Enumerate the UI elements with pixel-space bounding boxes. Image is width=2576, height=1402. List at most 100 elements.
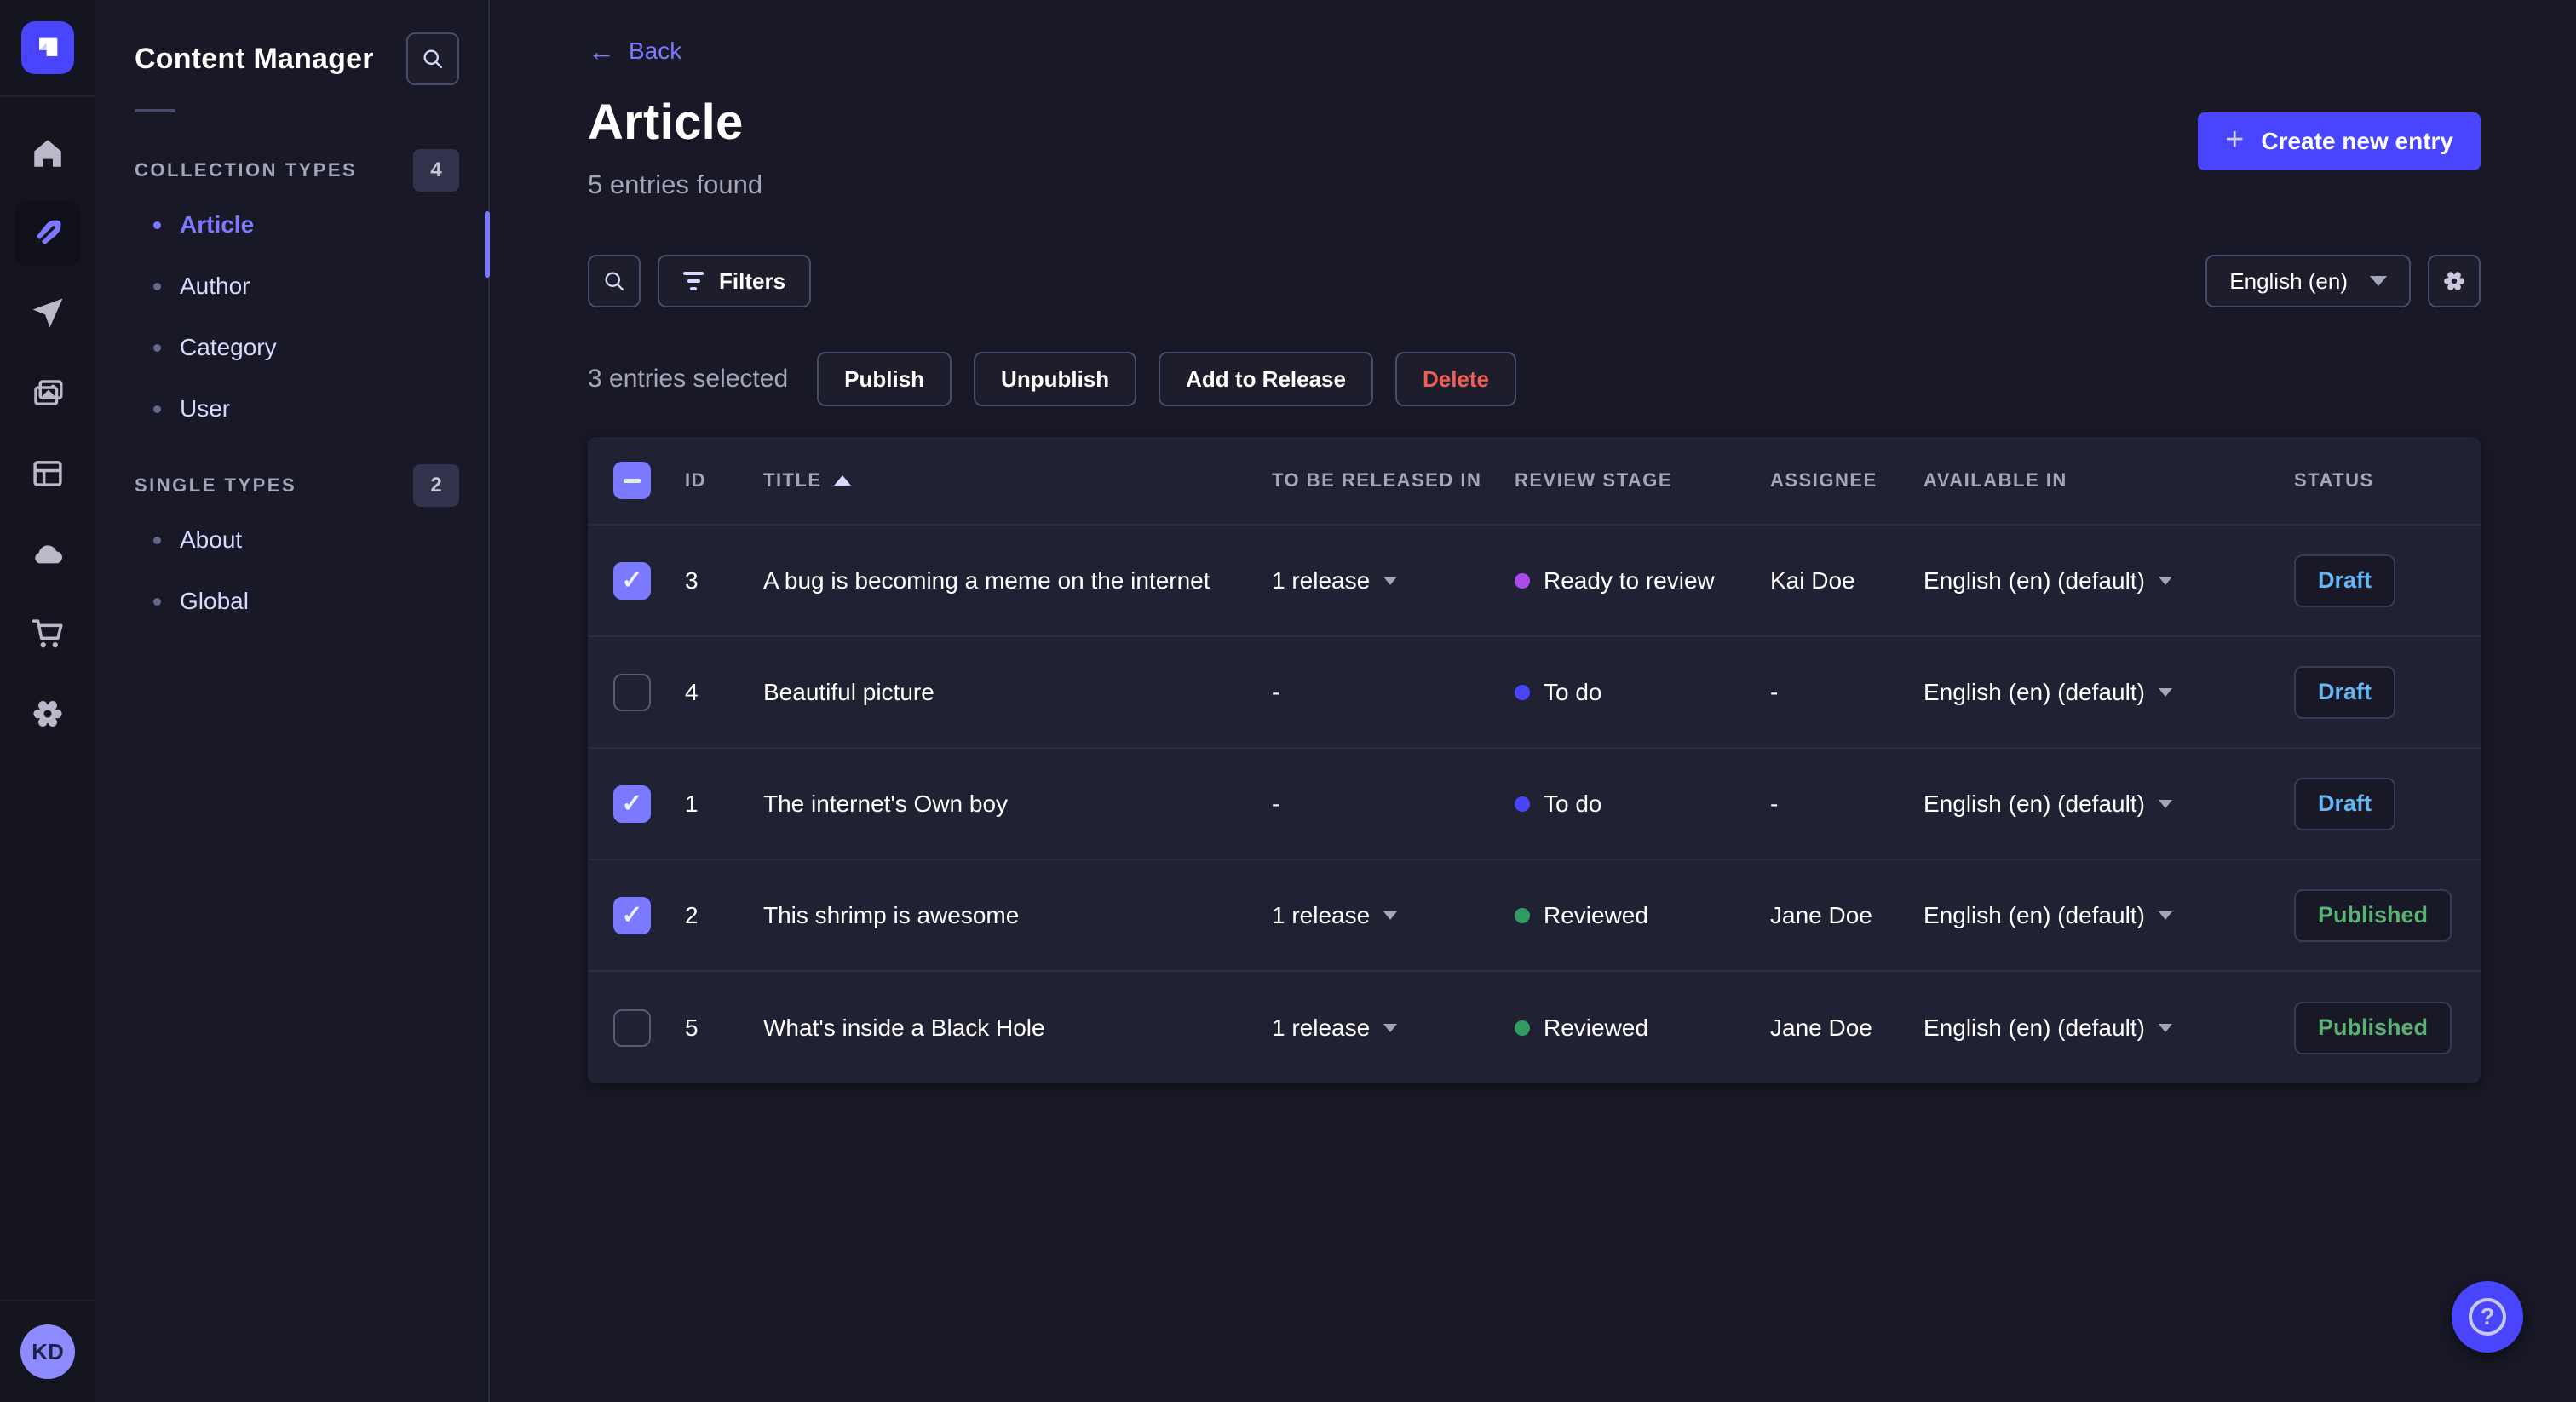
single-types-label: SINGLE TYPES (135, 474, 297, 496)
status-badge: Draft (2294, 554, 2396, 607)
sidebar-item-about[interactable]: About (135, 509, 459, 571)
column-header-assignee[interactable]: ASSIGNEE (1770, 469, 1923, 491)
column-header-title[interactable]: TITLE (763, 469, 1272, 491)
cell-available-in[interactable]: English (en) (default) (1923, 567, 2294, 595)
filters-button[interactable]: Filters (658, 255, 812, 307)
publish-button[interactable]: Publish (817, 352, 952, 406)
sidebar-item-category[interactable]: Category (135, 317, 459, 378)
back-link[interactable]: ← Back (588, 37, 681, 65)
cell-assignee: - (1770, 678, 1779, 705)
release-value: 1 release (1272, 566, 1371, 594)
available-caret-icon (2158, 911, 2172, 920)
table-row[interactable]: 1 The internet's Own boy - To do - Engli… (588, 749, 2481, 860)
sidebar-item-user[interactable]: User (135, 378, 459, 440)
sidebar-item-global[interactable]: Global (135, 571, 459, 632)
bullet-icon (153, 282, 161, 290)
cell-review-stage: To do (1515, 679, 1770, 706)
sidebar-item-label: Category (180, 334, 277, 360)
bullet-icon (153, 536, 161, 544)
column-header-id[interactable]: ID (685, 469, 763, 491)
cloud-icon[interactable] (15, 521, 80, 586)
panel-search-button[interactable] (406, 32, 459, 85)
status-badge: Draft (2294, 665, 2396, 719)
marketplace-icon[interactable] (15, 601, 80, 666)
cell-release[interactable]: 1 release (1272, 902, 1515, 929)
row-checkbox[interactable] (613, 673, 651, 711)
row-checkbox[interactable] (613, 1008, 651, 1047)
cell-title: Beautiful picture (763, 678, 934, 705)
media-library-icon[interactable] (15, 361, 80, 426)
avatar-container: KD (0, 1300, 95, 1402)
release-value: 1 release (1272, 1014, 1371, 1041)
filters-label: Filters (719, 267, 786, 294)
content-manager-icon[interactable] (15, 201, 80, 266)
avatar[interactable]: KD (20, 1324, 75, 1379)
column-header-status[interactable]: STATUS (2294, 469, 2455, 491)
review-stage-dot (1515, 1020, 1530, 1036)
table-row[interactable]: 4 Beautiful picture - To do - English (e… (588, 637, 2481, 749)
settings-icon[interactable] (15, 681, 80, 746)
cell-review-stage: Reviewed (1515, 1014, 1770, 1042)
cell-available-in[interactable]: English (en) (default) (1923, 790, 2294, 818)
cell-release[interactable]: - (1272, 679, 1515, 706)
app-root: KD Content Manager COLLECTION TYPES 4 Ar… (0, 0, 2576, 1402)
cell-release[interactable]: - (1272, 790, 1515, 818)
cell-release[interactable]: 1 release (1272, 567, 1515, 595)
select-all-checkbox[interactable] (613, 462, 651, 499)
column-header-release[interactable]: TO BE RELEASED IN (1272, 469, 1515, 491)
content-manager-panel: Content Manager COLLECTION TYPES 4 Artic… (95, 0, 490, 1402)
help-button[interactable]: ? (2452, 1281, 2523, 1353)
create-button-label: Create new entry (2261, 128, 2453, 154)
status-badge: Draft (2294, 777, 2396, 830)
send-icon[interactable] (15, 281, 80, 346)
column-header-available[interactable]: AVAILABLE IN (1923, 469, 2294, 491)
add-to-release-button[interactable]: Add to Release (1159, 352, 1373, 406)
home-icon[interactable] (15, 121, 80, 186)
sidebar-item-label: User (180, 395, 231, 422)
release-caret-icon (1383, 1023, 1398, 1032)
table-row[interactable]: 3 A bug is becoming a meme on the intern… (588, 526, 2481, 637)
available-value: English (en) (default) (1923, 678, 2145, 705)
cell-assignee: Jane Doe (1770, 901, 1872, 928)
locale-select[interactable]: English (en) (2205, 255, 2411, 307)
sidebar-item-label: About (180, 526, 243, 553)
table-row[interactable]: 2 This shrimp is awesome 1 release Revie… (588, 860, 2481, 972)
view-settings-button[interactable] (2428, 255, 2481, 307)
sidebar-item-label: Global (180, 588, 249, 614)
search-button[interactable] (588, 255, 641, 307)
release-value: - (1272, 678, 1280, 705)
cell-available-in[interactable]: English (en) (default) (1923, 1014, 2294, 1042)
cell-assignee: Kai Doe (1770, 566, 1855, 594)
table-row[interactable]: 5 What's inside a Black Hole 1 release R… (588, 972, 2481, 1083)
sidebar-item-label: Article (180, 211, 255, 238)
single-types-section: SINGLE TYPES 2 About Global (135, 462, 459, 632)
entries-found-text: 5 entries found (588, 170, 763, 199)
cell-available-in[interactable]: English (en) (default) (1923, 679, 2294, 706)
release-caret-icon (1383, 911, 1398, 920)
sidebar-item-author[interactable]: Author (135, 256, 459, 317)
cell-available-in[interactable]: English (en) (default) (1923, 902, 2294, 929)
row-checkbox[interactable] (613, 561, 651, 600)
cell-title: A bug is becoming a meme on the internet (763, 566, 1210, 594)
entries-table: ID TITLE TO BE RELEASED IN REVIEW STAGE … (588, 437, 2481, 1083)
row-checkbox[interactable] (613, 784, 651, 823)
main-content: ← Back Article 5 entries found + Create … (490, 0, 2576, 1402)
unpublish-button[interactable]: Unpublish (974, 352, 1137, 406)
strapi-logo-icon[interactable] (21, 21, 74, 74)
available-caret-icon (2158, 799, 2172, 808)
sidebar-item-article[interactable]: Article (135, 194, 459, 256)
cell-review-stage: To do (1515, 790, 1770, 818)
sort-ascending-icon (833, 475, 851, 486)
help-icon: ? (2469, 1298, 2506, 1336)
table-header-row: ID TITLE TO BE RELEASED IN REVIEW STAGE … (588, 437, 2481, 526)
column-header-review[interactable]: REVIEW STAGE (1515, 469, 1770, 491)
row-checkbox[interactable] (613, 896, 651, 934)
logo-container (0, 0, 95, 97)
create-new-entry-button[interactable]: + Create new entry (2198, 112, 2481, 170)
review-stage-label: To do (1544, 678, 1602, 705)
available-value: English (en) (default) (1923, 790, 2145, 817)
cell-id: 2 (685, 901, 699, 928)
cell-release[interactable]: 1 release (1272, 1014, 1515, 1042)
content-type-builder-icon[interactable] (15, 441, 80, 506)
delete-button[interactable]: Delete (1394, 352, 1517, 406)
